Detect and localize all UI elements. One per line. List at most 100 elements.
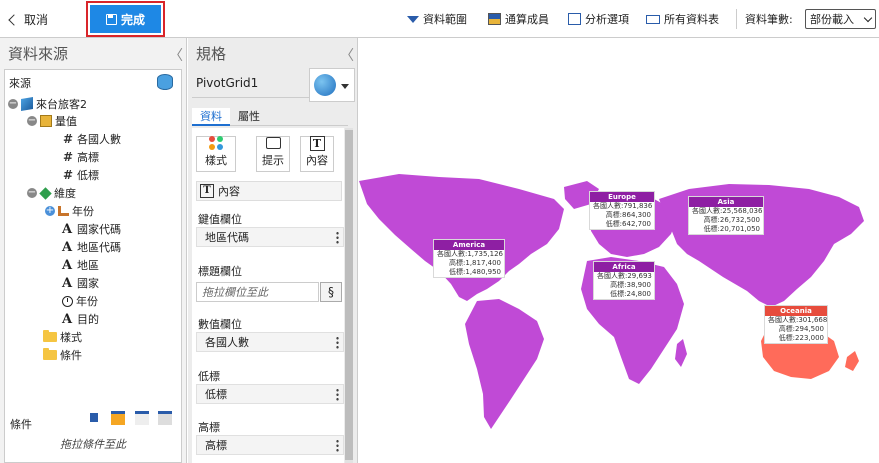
all-tables-button[interactable]: 所有資料表 (646, 11, 719, 27)
cube-icon (21, 96, 33, 112)
measures-group-label: 量值 (55, 115, 77, 128)
spec-scrollbar[interactable] (345, 128, 353, 463)
style-button[interactable]: 樣式 (196, 136, 236, 172)
tree-dimension-item[interactable]: A 地區代碼 (62, 239, 121, 255)
cancel-button[interactable]: 取消 (8, 9, 48, 29)
filter-icon (407, 15, 419, 23)
content-button[interactable]: T 內容 (300, 136, 334, 172)
text-box-icon: T (200, 184, 214, 198)
tree-folder-style[interactable]: 樣式 (43, 329, 82, 345)
data-count-value: 部份載入 (810, 13, 854, 26)
calc-member-button[interactable]: 通算成員 (488, 11, 549, 27)
map-view: Europe 各國人數:791,836 高標:864,300 低標:642,70… (359, 39, 879, 463)
label-line: 各國人數:791,836 (593, 202, 653, 210)
measure-group-icon (40, 115, 52, 127)
spec-title: 規格 (196, 45, 227, 63)
filter-orange-icon[interactable] (111, 411, 125, 425)
collapse-left-icon[interactable]: 〈 (169, 45, 183, 65)
value-field-value[interactable]: 各國人數 (196, 332, 344, 352)
data-range-button[interactable]: 資料範圍 (407, 11, 467, 27)
region-america[interactable] (359, 174, 564, 301)
collapse-mid-icon[interactable]: 〈 (340, 45, 354, 65)
filter-remove-icon[interactable] (158, 411, 172, 425)
label-line: 低標:642,700 (605, 220, 651, 228)
label-line: 低標:20,701,050 (703, 225, 760, 233)
chevron-down-icon (863, 13, 873, 23)
label-asia: Asia 各國人數:25,568,036 高標:26,732,500 低標:20… (688, 196, 764, 235)
content-row[interactable]: T 內容 (196, 181, 342, 201)
tooltip-button[interactable]: 提示 (256, 136, 290, 172)
region-oceania-nz[interactable] (845, 351, 859, 371)
conditions-drop-hint[interactable]: 拖拉條件至此 (5, 436, 181, 452)
tree-dimension-item[interactable]: A 國家代碼 (62, 221, 121, 237)
dimension-label: 目的 (77, 313, 99, 326)
tree-dimension-item[interactable]: + 年份 (45, 203, 94, 219)
tree-measure-item[interactable]: # 低標 (62, 167, 99, 183)
label-oceania: Oceania 各國人數:301,668 高標:294,500 低標:223,0… (764, 305, 828, 344)
database-refresh-icon[interactable] (157, 74, 173, 90)
number-field-icon: # (62, 150, 74, 164)
tree-measures[interactable]: − 量值 (27, 113, 77, 129)
value-field-text: 各國人數 (205, 336, 249, 349)
more-vert-icon[interactable] (336, 336, 339, 349)
done-button[interactable]: 完成 (90, 5, 161, 33)
region-america-south[interactable] (465, 299, 544, 429)
more-vert-icon[interactable] (336, 439, 339, 452)
tree-dimension-item[interactable]: A 地區 (62, 257, 99, 273)
label-europe: Europe 各國人數:791,836 高標:864,300 低標:642,70… (589, 191, 655, 230)
collapse-toggle-icon[interactable]: − (27, 116, 37, 126)
conditions-label: 條件 (10, 418, 32, 431)
tree-folder-conditions[interactable]: 條件 (43, 347, 82, 363)
collapse-toggle-icon[interactable]: − (8, 99, 18, 109)
collapse-toggle-icon[interactable]: − (27, 188, 37, 198)
label-line: 高標:864,300 (605, 211, 651, 219)
sort-icon[interactable]: § (320, 282, 342, 302)
label-line: 各國人數:1,735,126 (437, 250, 503, 258)
speech-bubble-icon (265, 137, 281, 149)
label-title: America (434, 240, 504, 250)
low-field-value[interactable]: 低標 (196, 384, 344, 404)
analysis-options-button[interactable]: 分析選項 (568, 11, 629, 27)
filter-add-icon[interactable] (87, 411, 101, 425)
tooltip-label: 提示 (262, 154, 284, 167)
data-source-panel: 資料來源 〈 來源 − 來台旅客2 − 量值 # 各國人數 # 高標 # 低標 … (0, 38, 187, 463)
all-tables-label: 所有資料表 (664, 13, 719, 26)
key-field-value[interactable]: 地區代碼 (196, 227, 344, 247)
text-box-icon: T (309, 136, 325, 151)
more-vert-icon[interactable] (336, 388, 339, 401)
data-count-select[interactable]: 部份載入 (805, 9, 876, 29)
save-icon (105, 13, 117, 25)
tab-data[interactable]: 資料 (192, 108, 230, 126)
number-field-icon: # (62, 168, 74, 182)
map-type-button[interactable] (309, 68, 355, 102)
folder-label: 條件 (60, 349, 82, 362)
high-field-value[interactable]: 高標 (196, 435, 344, 455)
calculator-icon (488, 13, 501, 25)
title-field-dropzone[interactable]: 拖拉欄位至此 (196, 282, 319, 302)
more-vert-icon[interactable] (336, 231, 339, 244)
tree-measure-item[interactable]: # 高標 (62, 149, 99, 165)
data-source-title: 資料來源 (8, 45, 69, 63)
tree-measure-item[interactable]: # 各國人數 (62, 131, 121, 147)
measure-label: 高標 (77, 151, 99, 164)
label-line: 低標:223,000 (778, 334, 824, 342)
label-line: 高標:294,500 (778, 325, 824, 333)
filter-edit-icon[interactable] (135, 411, 149, 425)
number-field-icon: # (62, 132, 74, 146)
tree-root[interactable]: − 來台旅客2 (8, 96, 87, 112)
tree-dimension-item[interactable]: A 國家 (62, 275, 99, 291)
data-range-label: 資料範圍 (423, 13, 467, 26)
scrollbar-thumb[interactable] (345, 130, 353, 460)
table-icon (646, 14, 660, 24)
region-africa-madagascar[interactable] (675, 339, 687, 367)
tab-properties[interactable]: 屬性 (230, 108, 268, 126)
style-label: 樣式 (205, 154, 227, 167)
tree-dimension-item[interactable]: 年份 (62, 293, 98, 309)
label-line: 低標:24,800 (610, 290, 651, 298)
expand-toggle-icon[interactable]: + (45, 206, 55, 216)
dimension-label: 地區代碼 (77, 241, 121, 254)
tree-dimension-item[interactable]: A 目的 (62, 311, 99, 327)
tree-dimensions[interactable]: − 維度 (27, 185, 76, 201)
source-tree: 來源 − 來台旅客2 − 量值 # 各國人數 # 高標 # 低標 − 維度 + … (4, 69, 182, 436)
dimension-label: 地區 (77, 259, 99, 272)
